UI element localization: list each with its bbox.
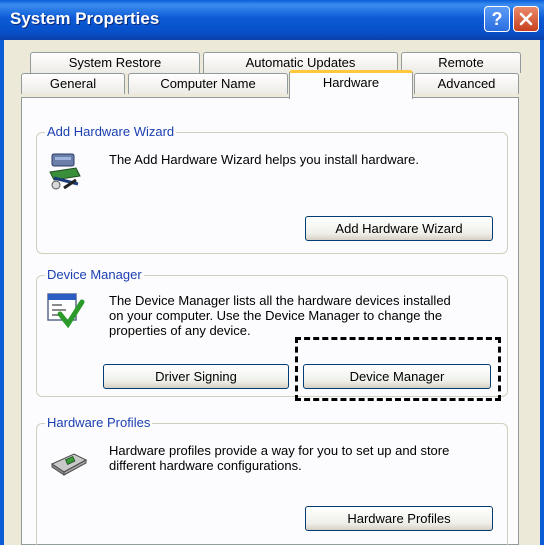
add-hardware-wizard-description: The Add Hardware Wizard helps you instal…: [109, 152, 419, 167]
add-hardware-wizard-button[interactable]: Add Hardware Wizard: [305, 216, 493, 241]
add-hardware-wizard-icon: [46, 150, 88, 195]
hardware-profiles-button[interactable]: Hardware Profiles: [305, 506, 493, 531]
device-manager-icon: [46, 292, 86, 333]
hardware-profiles-description-line-2: different hardware configurations.: [109, 458, 302, 473]
tab-advanced[interactable]: Advanced: [414, 73, 519, 94]
tab-remote[interactable]: Remote: [401, 52, 521, 73]
title-bar[interactable]: System Properties ?: [0, 0, 544, 40]
device-manager-legend: Device Manager: [45, 267, 144, 282]
add-hardware-wizard-legend: Add Hardware Wizard: [45, 124, 177, 139]
device-manager-button[interactable]: Device Manager: [303, 364, 491, 389]
system-properties-window: System Properties ? System Restore Autom…: [0, 0, 544, 545]
help-button[interactable]: ?: [484, 6, 510, 32]
help-icon: ?: [491, 8, 503, 29]
tab-hardware[interactable]: Hardware: [289, 70, 413, 99]
window-title: System Properties: [10, 9, 160, 28]
close-icon: [519, 12, 533, 26]
device-manager-description-line-1: The Device Manager lists all the hardwar…: [109, 293, 451, 308]
tab-computer-name[interactable]: Computer Name: [128, 73, 288, 94]
hardware-profiles-description-line-1: Hardware profiles provide a way for you …: [109, 443, 450, 458]
window-right-border: [540, 40, 544, 545]
device-manager-description-line-3: properties of any device.: [109, 323, 251, 338]
close-button[interactable]: [513, 6, 539, 32]
tab-general[interactable]: General: [21, 73, 125, 94]
window-left-border: [0, 40, 4, 545]
driver-signing-button[interactable]: Driver Signing: [103, 364, 289, 389]
tab-system-restore[interactable]: System Restore: [30, 52, 200, 73]
hardware-profiles-icon: [48, 442, 88, 479]
hardware-profiles-legend: Hardware Profiles: [45, 415, 153, 430]
device-manager-description-line-2: on your computer. Use the Device Manager…: [109, 308, 443, 323]
